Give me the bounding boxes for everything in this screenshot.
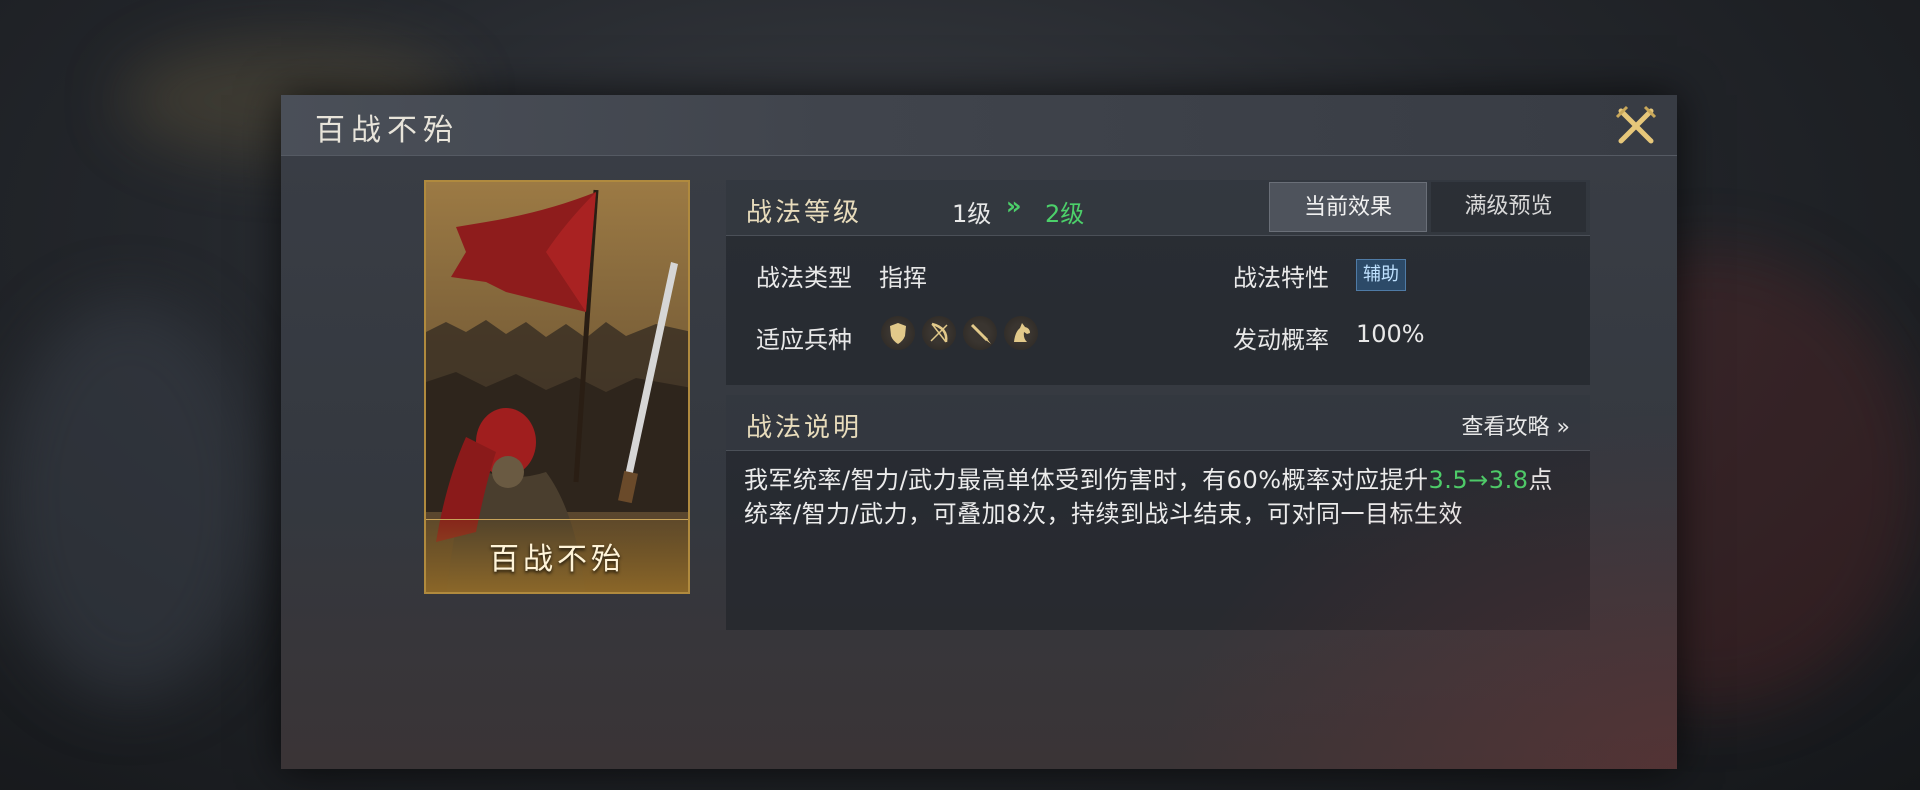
skill-description-panel: 战法说明 查看攻略 » 我军统率/智力/武力最高单体受到伤害时，有60%概率对应… — [726, 395, 1590, 630]
tab-current-effect[interactable]: 当前效果 — [1269, 182, 1427, 232]
description-title: 战法说明 — [746, 413, 863, 443]
horse-icon — [1004, 316, 1038, 350]
skill-trait-badge: 辅助 — [1356, 259, 1406, 291]
troop-types-label: 适应兵种 — [756, 326, 852, 354]
level-label: 战法等级 — [746, 198, 863, 228]
card-title: 百战不殆 — [489, 542, 625, 577]
description-text-part: 我军统率/智力/武力最高单体受到伤害时，有60%概率对应提升 — [744, 466, 1429, 494]
skill-card-image: 百战不殆 — [424, 180, 690, 594]
description-text: 我军统率/智力/武力最高单体受到伤害时，有60%概率对应提升3.5→3.8点统率… — [744, 463, 1574, 531]
level-next: 2级 — [1045, 200, 1085, 228]
shield-icon — [881, 316, 915, 350]
close-button[interactable] — [1613, 103, 1659, 149]
skill-info-panel: 战法等级 1级 » 2级 当前效果 满级预览 战法类型 指挥 战法特性 辅助 适… — [726, 180, 1590, 385]
level-current: 1级 — [952, 200, 992, 228]
tab-max-level-preview[interactable]: 满级预览 — [1431, 182, 1586, 232]
level-header: 战法等级 1级 » 2级 当前效果 满级预览 — [726, 180, 1590, 236]
description-highlight-value: 3.5→3.8 — [1428, 466, 1529, 494]
skill-type-label: 战法类型 — [756, 264, 852, 292]
skill-trait-label: 战法特性 — [1233, 264, 1329, 292]
crossed-swords-close-icon — [1615, 105, 1657, 144]
dialog-title: 百战不殆 — [315, 113, 459, 148]
bow-icon — [922, 316, 956, 350]
trigger-rate-label: 发动概率 — [1233, 326, 1329, 354]
spear-icon — [963, 316, 997, 350]
description-header: 战法说明 查看攻略 » — [726, 395, 1590, 451]
background-glow — [0, 300, 260, 700]
trigger-rate-value: 100% — [1356, 320, 1425, 348]
level-arrow-icon: » — [1006, 192, 1022, 220]
skill-type-value: 指挥 — [879, 264, 927, 292]
view-guide-link[interactable]: 查看攻略 » — [1462, 409, 1570, 441]
dialog-title-bar: 百战不殆 — [281, 95, 1677, 156]
skill-detail-dialog: 百战不殆 百战不殆 战法等级 1级 » 2级 当前效果 满级预览 战法类型 指挥… — [281, 95, 1677, 769]
